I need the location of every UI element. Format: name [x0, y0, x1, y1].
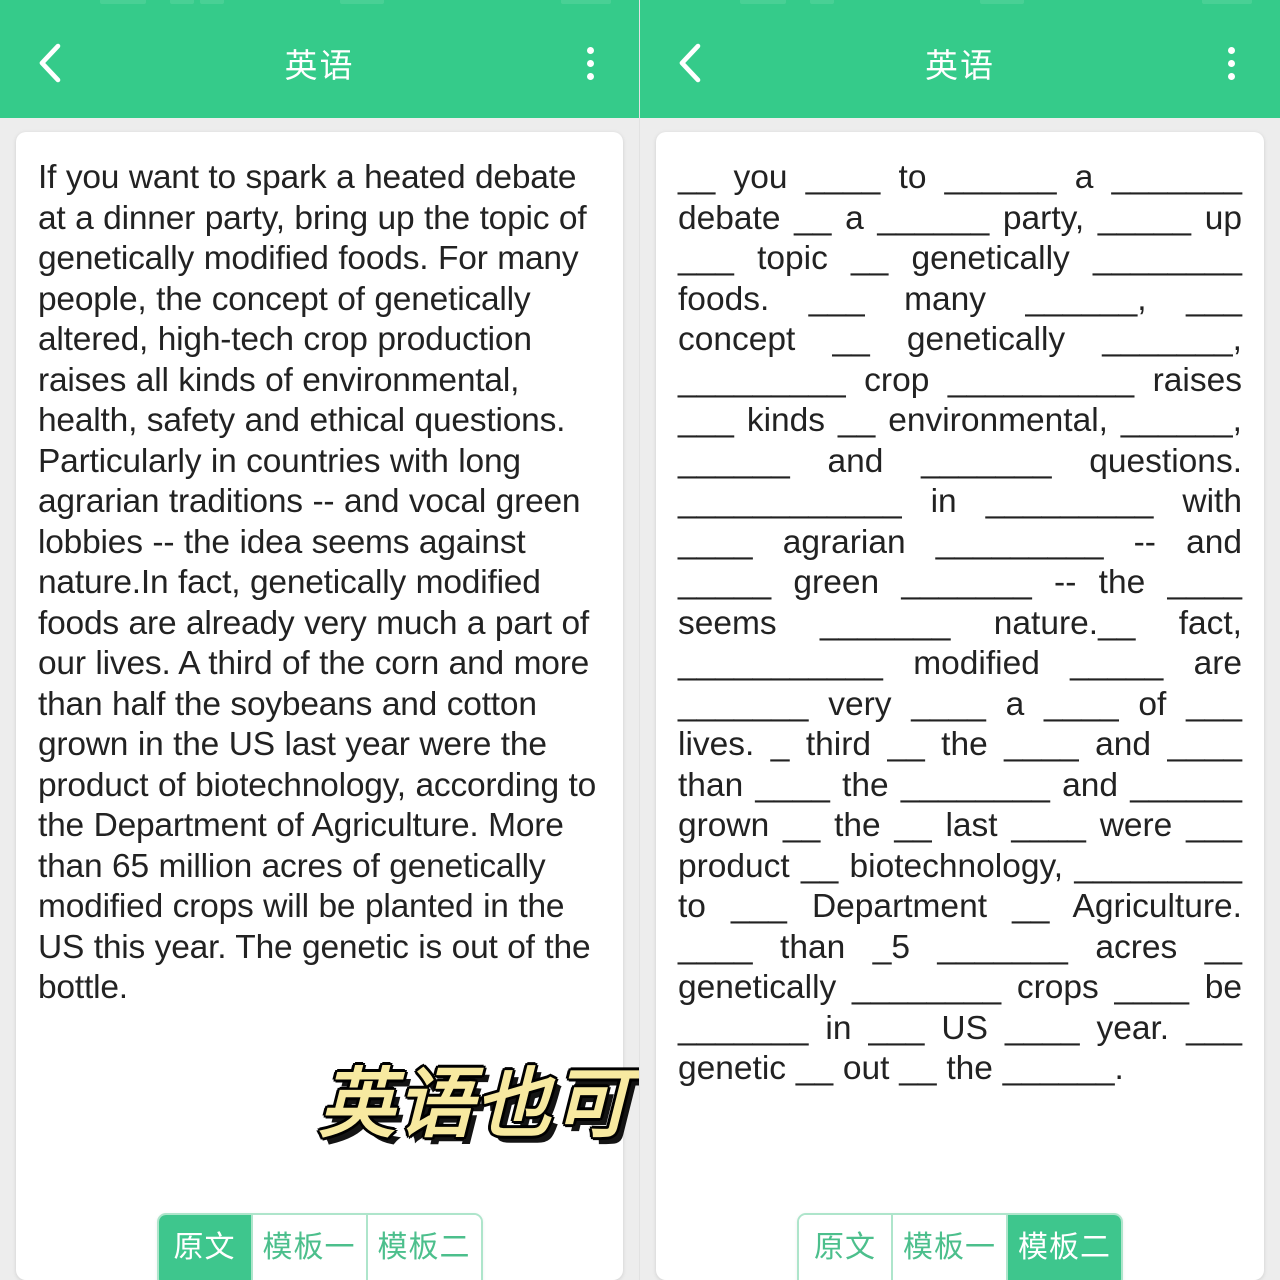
overflow-menu-button[interactable]	[1208, 40, 1254, 86]
status-bar-right	[640, 0, 1280, 8]
status-ghost	[170, 0, 194, 4]
chevron-left-icon	[39, 43, 61, 83]
status-ghost	[200, 0, 224, 4]
status-ghost	[100, 0, 146, 4]
back-button[interactable]	[26, 40, 72, 86]
promo-sticker-left: 英语也可	[148, 985, 631, 1222]
status-ghost	[1202, 0, 1252, 4]
content-area-right: __ you ____ to ______ a _______ debate _…	[640, 118, 1280, 1280]
status-bar-left	[0, 0, 639, 8]
pane-right: 英语 __ you ____ to ______ a _______ debat…	[640, 0, 1280, 1280]
status-ghost	[980, 0, 1024, 4]
passage-card-right: __ you ____ to ______ a _______ debate _…	[656, 132, 1264, 1280]
overflow-menu-icon	[586, 72, 594, 80]
app-bar-right: 英语	[640, 8, 1280, 118]
tab-template-one[interactable]: 模板一	[893, 1215, 1008, 1280]
segmented-control: 原文 模板一 模板二	[156, 1213, 483, 1280]
overflow-menu-icon	[1227, 72, 1235, 80]
tab-template-two[interactable]: 模板二	[367, 1215, 481, 1280]
segmented-control: 原文 模板一 模板二	[797, 1213, 1123, 1280]
tab-template-two[interactable]: 模板二	[1008, 1215, 1121, 1280]
status-ghost	[810, 0, 834, 4]
template-switcher-right: 原文 模板一 模板二	[640, 1213, 1280, 1280]
page-title-left: 英语	[284, 47, 355, 84]
status-ghost	[740, 0, 786, 4]
template-switcher-left: 原文 模板一 模板二	[0, 1213, 639, 1280]
status-ghost	[340, 0, 384, 4]
overflow-menu-button[interactable]	[567, 40, 613, 86]
tab-original[interactable]: 原文	[799, 1215, 893, 1280]
overflow-menu-icon	[1227, 59, 1235, 67]
back-button[interactable]	[666, 40, 712, 86]
status-ghost	[561, 0, 611, 4]
overflow-menu-icon	[586, 59, 594, 67]
app-bar-left: 英语	[0, 8, 639, 118]
promo-sticker-line-1: 英语也可	[318, 1059, 631, 1149]
dual-pane-screenshot: 英语 If you want to spark a heated debate …	[0, 0, 1280, 1280]
tab-template-one[interactable]: 模板一	[252, 1215, 368, 1280]
overflow-menu-icon	[586, 46, 594, 54]
page-title-right: 英语	[925, 47, 995, 84]
overflow-menu-icon	[1227, 46, 1235, 54]
passage-text-original: If you want to spark a heated debate at …	[38, 159, 597, 1006]
pane-left: 英语 If you want to spark a heated debate …	[0, 0, 640, 1280]
passage-text-cloze: __ you ____ to ______ a _______ debate _…	[678, 159, 1242, 1087]
tab-original[interactable]: 原文	[158, 1215, 253, 1280]
chevron-left-icon	[679, 43, 701, 83]
